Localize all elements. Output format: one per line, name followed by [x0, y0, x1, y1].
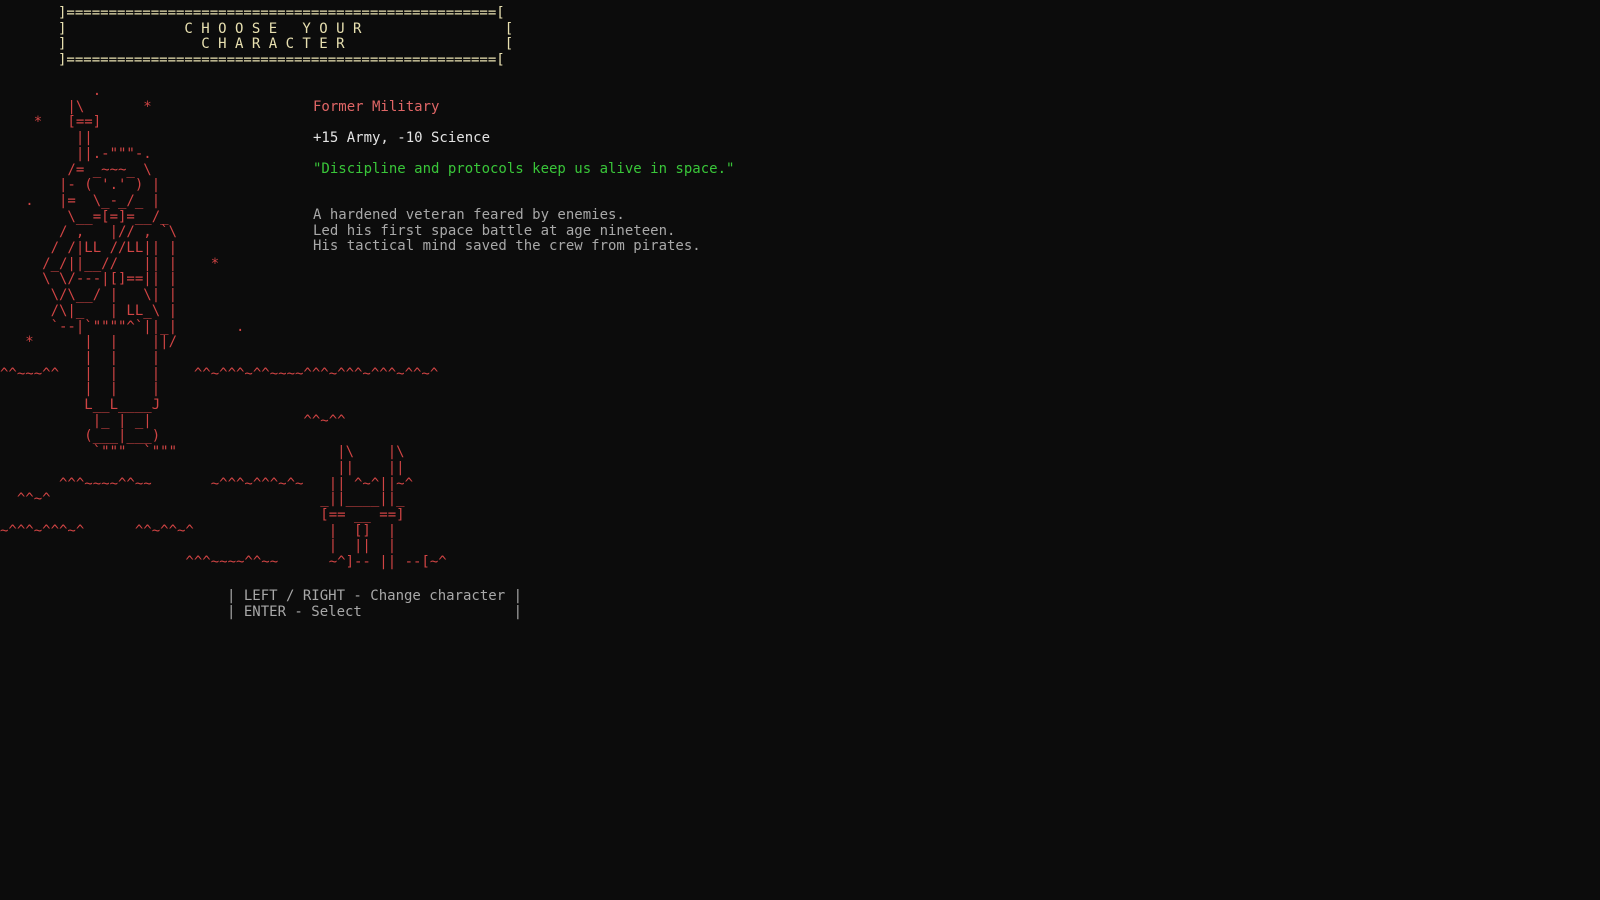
art-line: |_ | _| ^^~^^ [0, 412, 346, 429]
character-name: Former Military [313, 99, 440, 115]
art-line: (___|___) [0, 428, 161, 445]
art-line: [== __ ==] [0, 506, 405, 523]
art-line: \ \/---|[]==|| | [0, 271, 178, 288]
art-line: ^^^~~~~^^~~ ~^]-- || --[~^ [0, 554, 447, 571]
character-bio: A hardened veteran feared by enemies. Led… [313, 207, 701, 255]
game-screen: ]=======================================… [0, 0, 1600, 900]
art-line: || || [0, 459, 405, 476]
art-line: | || | [0, 538, 397, 555]
title-border-top: ]=======================================… [58, 5, 505, 21]
art-line: /_/||__// || | * [0, 255, 220, 272]
art-line: | | | [0, 381, 161, 398]
art-line: `--|`""""^`||_| . [0, 318, 245, 335]
bio-line: Led his first space battle at age ninete… [313, 222, 676, 239]
title-line-choose-your: ] C H O O S E Y O U R [ [58, 20, 514, 37]
bio-line: A hardened veteran feared by enemies. [313, 207, 625, 223]
art-line: /\|_ | LL_\ | [0, 302, 178, 319]
title-border-bottom: ]=======================================… [58, 52, 505, 69]
art-line: * | | ||/ [0, 334, 178, 351]
art-line: ^^~^ _||____||_ [0, 491, 405, 508]
art-line: ^^~~~^^ | | | ^^~^^^~^^~~~~^^^~^^^~^^^~^… [0, 365, 439, 382]
controls-help: | LEFT / RIGHT - Change character | | ENT… [227, 588, 523, 620]
character-scene-art: . |\ * * [==] || ||.-"""-. /= _~~~_ \ |-… [0, 83, 447, 571]
control-select: | ENTER - Select | [227, 603, 523, 620]
title-banner: ]=======================================… [58, 5, 514, 69]
character-stats: +15 Army, -10 Science [313, 130, 491, 146]
bio-line: His tactical mind saved the crew from pi… [313, 238, 701, 255]
art-line: L__L____J [0, 397, 161, 414]
art-line: |- ( '.' ) | [0, 177, 161, 194]
art-line: \/\__/ | \| | [0, 287, 178, 304]
control-change-character: | LEFT / RIGHT - Change character | [227, 588, 523, 604]
title-line-character: ] C H A R A C T E R [ [58, 36, 514, 53]
art-line: ^^^~~~~^^~~ ~^^^~^^^~^~ || ^~^||~^ [0, 475, 414, 492]
art-line: . [0, 83, 102, 99]
art-line: * [==] [0, 114, 102, 131]
art-line: | | | [0, 349, 161, 366]
art-line: `""" `""" |\ |\ [0, 444, 405, 461]
art-line: ~^^^~^^^~^ ^^~^^~^ | [] | [0, 522, 397, 539]
character-quote: "Discipline and protocols keep us alive … [313, 161, 735, 177]
